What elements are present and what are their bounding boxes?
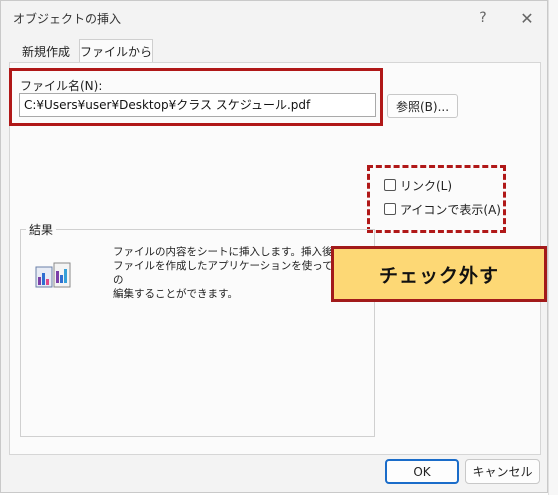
result-description: ファイルの内容をシートに挿入します。挿入後、 ファイルを作成したアプリケーション… [113,245,363,301]
title-bar: オブジェクトの挿入 ? ✕ [1,1,547,35]
filename-input[interactable]: C:¥Users¥user¥Desktop¥クラス スケジュール.pdf [19,93,376,117]
cancel-button[interactable]: キャンセル [465,459,540,484]
display-as-icon-label: アイコンで表示(A) [400,202,501,217]
dialog-title: オブジェクトの挿入 [13,12,122,26]
result-line: ファイルを作成したアプリケーションを使って、この [113,260,354,286]
tab-from-file[interactable]: ファイルから [79,39,153,62]
result-line: 編集することができます。 [113,288,238,300]
background-sheet-edge [548,0,558,495]
embedded-object-icon [35,262,71,288]
ok-button[interactable]: OK [385,459,459,484]
browse-button[interactable]: 参照(B)... [387,94,458,118]
annotation-callout: チェック外す [331,246,547,302]
result-line: ファイルの内容をシートに挿入します。挿入後、 [113,246,343,258]
link-checkbox[interactable]: リンク(L) [384,176,452,194]
checkbox-box[interactable] [384,203,396,215]
close-button[interactable]: ✕ [515,6,539,30]
link-checkbox-label: リンク(L) [400,178,453,193]
tab-create-new[interactable]: 新規作成 [13,40,79,62]
help-button[interactable]: ? [471,6,495,30]
display-as-icon-checkbox[interactable]: アイコンで表示(A) [384,200,501,218]
checkbox-box[interactable] [384,179,396,191]
filename-label: ファイル名(N): [20,79,103,93]
result-label: 結果 [26,221,57,238]
